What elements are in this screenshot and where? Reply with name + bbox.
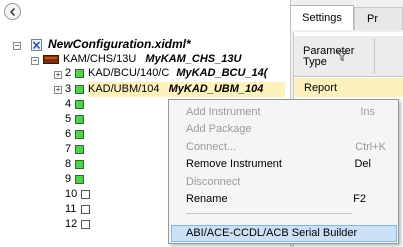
tree-crate-item[interactable]: KAM/CHS/13U MyKAM_CHS_13U: [63, 53, 241, 66]
tree-slot-2[interactable]: 2: [65, 67, 71, 80]
tree-slot-10[interactable]: 10: [65, 188, 77, 201]
slot-status-icon: [75, 145, 84, 154]
tree-root-label[interactable]: NewConfiguration.xidml*: [48, 38, 191, 51]
menu-item-disconnect[interactable]: Disconnect: [186, 176, 240, 188]
shortcut-connect: Ctrl+K: [355, 141, 386, 153]
report-label: Report: [304, 82, 338, 94]
menu-item-add-instrument[interactable]: Add Instrument: [186, 106, 261, 118]
tree-expander-root[interactable]: −: [13, 42, 21, 50]
slot-status-icon: [75, 115, 84, 124]
slot-status-icon: [75, 85, 84, 94]
tree-expander-crate[interactable]: −: [31, 57, 39, 65]
tab-pr[interactable]: Pr: [354, 7, 403, 30]
tree-slot-7[interactable]: 7: [65, 143, 71, 156]
crate-icon: [43, 55, 59, 64]
tree-slot-2-label[interactable]: KAD/BCU/140/C MyKAD_BCU_14(: [88, 67, 288, 80]
slot-status-icon: [81, 205, 90, 214]
slot-name: MyKAD_BCU_14(: [176, 67, 268, 79]
menu-item-serial-builder[interactable]: ABI/ACE-CCDL/ACB Serial Builder: [171, 225, 397, 242]
tree-slot-4[interactable]: 4: [65, 98, 71, 111]
slot-status-icon: [75, 130, 84, 139]
tree-expander-slot-3[interactable]: +: [54, 86, 62, 94]
back-button[interactable]: [4, 3, 21, 20]
tree-slot-12[interactable]: 12: [65, 218, 77, 231]
menu-item-connect[interactable]: Connect...: [186, 141, 236, 153]
menu-item-rename[interactable]: Rename: [186, 193, 228, 205]
slot-number: 3: [65, 83, 72, 95]
menu-item-serial-builder-label: ABI/ACE-CCDL/ACB Serial Builder: [186, 227, 358, 239]
slot-status-icon: [75, 100, 84, 109]
crate-name: MyKAM_CHS_13U: [145, 53, 242, 65]
slot-status-icon: [75, 160, 84, 169]
tree-slot-6[interactable]: 6: [65, 128, 71, 141]
tree-slot-3[interactable]: 3: [65, 83, 71, 96]
slot-name: MyKAD_UBM_104: [168, 83, 264, 95]
menu-separator: [186, 213, 352, 214]
tree-slot-11[interactable]: 11: [65, 203, 76, 216]
crate-model: KAM/CHS/13U: [63, 53, 137, 65]
tree-slot-5[interactable]: 5: [65, 113, 71, 126]
configuration-file-icon: [31, 39, 42, 51]
shortcut-add-instrument: Ins: [360, 106, 375, 118]
tab-settings[interactable]: Settings: [290, 5, 354, 30]
menu-item-add-package[interactable]: Add Package: [186, 123, 251, 135]
header-separator: [374, 38, 375, 74]
tree-slot-8[interactable]: 8: [65, 158, 71, 171]
context-menu: Add Instrument Ins Add Package Connect..…: [168, 99, 399, 244]
slot-status-icon: [75, 69, 84, 78]
slot-model: KAD/UBM/104: [88, 83, 160, 95]
tree-slot-3-label[interactable]: KAD/UBM/104 MyKAD_UBM_104: [88, 83, 263, 96]
slot-status-icon: [75, 175, 84, 184]
shortcut-rename: F2: [353, 193, 366, 205]
filter-icon[interactable]: [335, 50, 349, 65]
slot-number: 2: [65, 67, 72, 79]
slot-model: KAD/BCU/140/C: [88, 67, 170, 79]
menu-item-remove-instrument[interactable]: Remove Instrument: [186, 158, 282, 170]
slot-status-icon: [81, 190, 90, 199]
slot-status-icon: [81, 220, 90, 229]
shortcut-remove-instrument: Del: [354, 158, 371, 170]
back-arrow-icon: [9, 7, 16, 17]
tree-slot-9[interactable]: 9: [65, 173, 71, 186]
tree-expander-slot-2[interactable]: +: [54, 71, 62, 79]
